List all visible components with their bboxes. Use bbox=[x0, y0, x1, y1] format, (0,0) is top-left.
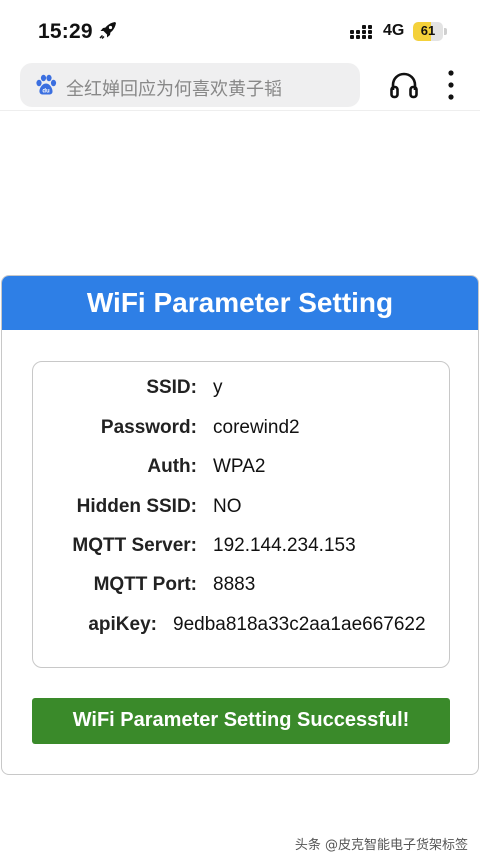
search-query-text: 全红婵回应为何喜欢黄子韬 bbox=[66, 79, 282, 100]
field-row-auth: Auth: WPA2 bbox=[33, 456, 449, 482]
field-value: corewind2 bbox=[213, 417, 300, 438]
field-row-hidden-ssid: Hidden SSID: NO bbox=[33, 496, 449, 522]
signal-icon bbox=[350, 25, 372, 39]
battery-level: 61 bbox=[420, 23, 436, 38]
success-message: WiFi Parameter Setting Successful! bbox=[72, 709, 410, 731]
field-label: MQTT Server: bbox=[72, 535, 197, 556]
wifi-settings-card: WiFi Parameter Setting SSID: y Password:… bbox=[1, 275, 479, 775]
field-value: 8883 bbox=[213, 574, 256, 595]
field-value: y bbox=[213, 377, 223, 398]
field-row-apikey: apiKey: 9edba818a33c2aa1ae667622 bbox=[33, 614, 449, 640]
more-options-icon[interactable] bbox=[441, 68, 461, 102]
network-type-label: 4G bbox=[383, 22, 405, 39]
card-header: WiFi Parameter Setting bbox=[2, 276, 478, 330]
search-bar[interactable]: du 全红婵回应为何喜欢黄子韬 bbox=[20, 63, 360, 107]
field-row-mqtt-port: MQTT Port: 8883 bbox=[33, 574, 449, 600]
status-time: 15:29 bbox=[38, 20, 93, 43]
field-label: Password: bbox=[100, 417, 197, 438]
svg-text:du: du bbox=[42, 89, 50, 95]
field-label: Auth: bbox=[147, 456, 197, 477]
field-value: 9edba818a33c2aa1ae667622 bbox=[173, 614, 426, 635]
status-bar: 15:29 4G 61 bbox=[0, 0, 480, 62]
toolbar-divider bbox=[0, 110, 480, 111]
baidu-paw-icon: du bbox=[36, 74, 57, 95]
headphones-icon[interactable] bbox=[389, 70, 419, 100]
field-value: WPA2 bbox=[213, 456, 266, 477]
success-banner: WiFi Parameter Setting Successful! bbox=[32, 698, 450, 744]
parameter-info-box: SSID: y Password: corewind2 Auth: WPA2 H… bbox=[32, 361, 450, 668]
page-title: WiFi Parameter Setting bbox=[86, 287, 394, 318]
field-value: NO bbox=[213, 496, 242, 517]
field-row-password: Password: corewind2 bbox=[33, 417, 449, 443]
field-label: Hidden SSID: bbox=[76, 496, 197, 517]
field-row-ssid: SSID: y bbox=[33, 377, 449, 403]
field-label: SSID: bbox=[146, 377, 197, 398]
battery-icon: 61 bbox=[413, 22, 447, 41]
field-row-mqtt-server: MQTT Server: 192.144.234.153 bbox=[33, 535, 449, 561]
field-label: MQTT Port: bbox=[93, 574, 197, 595]
watermark: 头条 @皮克智能电子货架标签 bbox=[294, 838, 468, 853]
field-value: 192.144.234.153 bbox=[213, 535, 356, 556]
rocket-icon bbox=[99, 22, 116, 40]
field-label: apiKey: bbox=[88, 614, 157, 635]
